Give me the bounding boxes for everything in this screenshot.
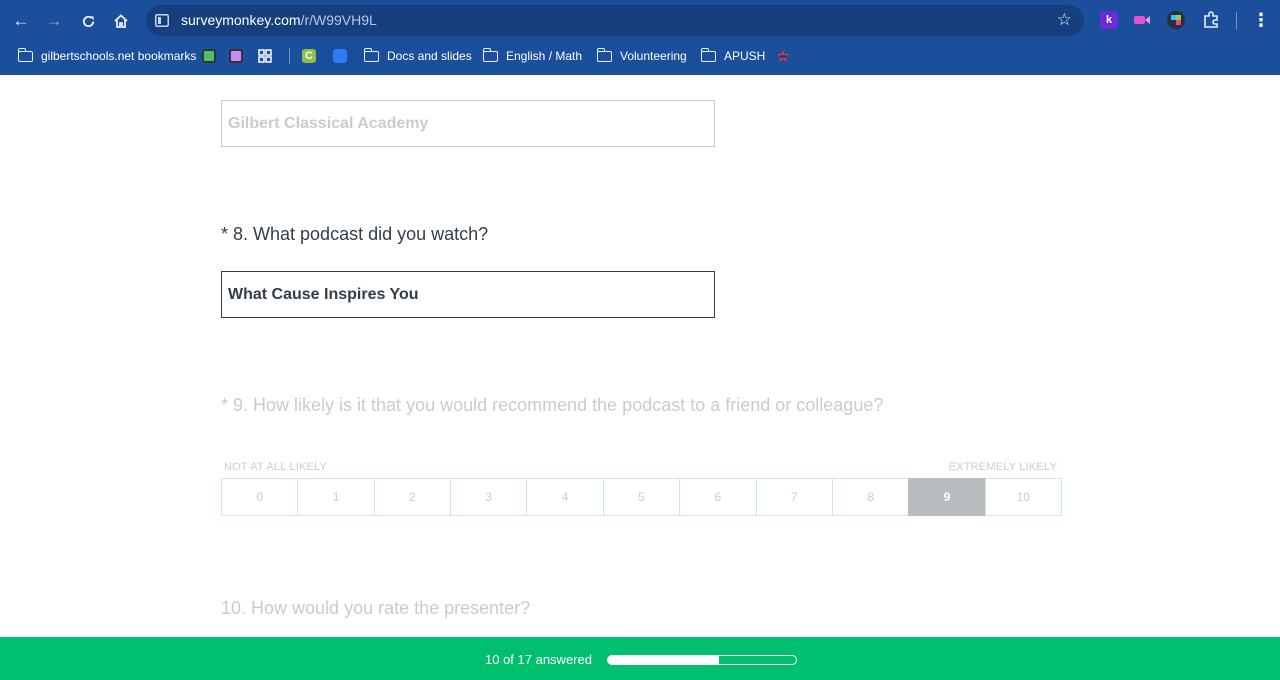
home-button[interactable] xyxy=(108,8,134,34)
back-button[interactable]: ← xyxy=(8,8,34,34)
bookmark-english-math[interactable]: English / Math xyxy=(482,46,583,66)
bookmark-canvas-c[interactable]: C xyxy=(302,46,316,66)
extensions-button[interactable] xyxy=(1202,11,1220,29)
question-10-label: 10. How would you rate the presenter? xyxy=(221,598,531,618)
recommend-scale: 0 1 2 3 4 5 6 7 8 9 10 xyxy=(221,478,1062,516)
scale-option-3[interactable]: 3 xyxy=(450,478,528,516)
bookmark-volunteering[interactable]: Volunteering xyxy=(596,46,687,66)
bookmark-managed-folder[interactable]: gilbertschools.net bookmarks xyxy=(17,46,197,66)
scale-option-8[interactable]: 8 xyxy=(831,478,910,516)
previous-answer-input[interactable] xyxy=(221,100,715,147)
bookmark-label: gilbertschools.net bookmarks xyxy=(41,49,197,63)
bookmark-docs-and-slides[interactable]: Docs and slides xyxy=(363,46,472,66)
scale-option-4[interactable]: 4 xyxy=(526,478,604,516)
scale-high-label: EXTREMELY LIKELY xyxy=(948,461,1057,473)
browser-menu-icon[interactable]: ⋮ xyxy=(1252,9,1270,33)
toolbar-divider xyxy=(1236,12,1237,30)
bookmark-blue-app[interactable] xyxy=(333,46,347,66)
progress-text: 10 of 17 answered xyxy=(485,652,592,667)
question-9-label: * 9. How likely is it that you would rec… xyxy=(221,395,884,415)
bookmark-label: Docs and slides xyxy=(387,49,472,63)
purple-square-icon xyxy=(229,49,243,63)
site-info-icon[interactable] xyxy=(155,14,169,27)
scale-option-6[interactable]: 6 xyxy=(679,478,757,516)
forward-arrow-icon: → xyxy=(45,11,63,30)
scale-option-2[interactable]: 2 xyxy=(373,478,452,516)
video-camera-icon xyxy=(1134,16,1150,24)
scale-option-9[interactable]: 9 xyxy=(908,478,986,516)
address-bar[interactable]: surveymonkey.com/r/W99VH9L ☆ xyxy=(146,5,1084,36)
star-flag-icon xyxy=(777,50,789,62)
managed-folder-icon xyxy=(17,47,33,62)
survey-content: * 8. What podcast did you watch? * 9. Ho… xyxy=(0,75,1280,637)
colorful-extension-icon[interactable] xyxy=(1167,11,1185,29)
c-logo-icon: C xyxy=(302,49,316,63)
url-host: surveymonkey.com xyxy=(181,12,301,28)
folder-icon xyxy=(482,47,498,62)
progress-bar xyxy=(607,655,797,665)
scale-option-1[interactable]: 1 xyxy=(297,478,375,516)
bookmark-purple-app[interactable] xyxy=(229,46,243,66)
question-8-input[interactable] xyxy=(221,271,715,318)
home-icon xyxy=(114,14,128,28)
reload-icon xyxy=(82,15,94,27)
bookmark-green-app[interactable] xyxy=(202,46,216,66)
bookmark-star-icon[interactable]: ☆ xyxy=(1057,10,1072,30)
scale-low-label: NOT AT ALL LIKELY xyxy=(224,461,328,473)
reload-button[interactable] xyxy=(75,8,101,34)
bookmark-apps-grid[interactable] xyxy=(258,46,272,66)
kami-extension-icon[interactable]: k xyxy=(1100,11,1118,29)
bookmarks-divider xyxy=(289,48,290,64)
bookmark-label: Volunteering xyxy=(620,49,687,63)
bookmark-label: APUSH xyxy=(724,49,766,63)
screen-recorder-extension-icon[interactable] xyxy=(1133,11,1151,29)
url-path: /r/W99VH9L xyxy=(300,12,377,28)
bookmark-apush[interactable]: APUSH xyxy=(700,46,766,66)
scale-option-5[interactable]: 5 xyxy=(602,478,681,516)
forward-button[interactable]: → xyxy=(41,8,67,34)
browser-chrome: ← → surveymonkey.com/r/W99VH9L ☆ k ⋮ gil… xyxy=(0,0,1280,75)
folder-icon xyxy=(700,47,716,62)
blue-app-icon xyxy=(333,49,347,63)
progress-footer: 10 of 17 answered xyxy=(0,637,1280,680)
back-arrow-icon: ← xyxy=(12,11,30,30)
bookmark-flag-app[interactable] xyxy=(776,46,790,66)
bookmarks-bar: gilbertschools.net bookmarks C Docs and … xyxy=(0,42,1280,70)
scale-option-7[interactable]: 7 xyxy=(755,478,833,516)
folder-icon xyxy=(596,47,612,62)
scale-option-10[interactable]: 10 xyxy=(984,478,1062,516)
tiles-icon xyxy=(1171,15,1181,25)
green-square-icon xyxy=(202,49,216,63)
puzzle-icon xyxy=(1204,11,1218,28)
browser-toolbar: ← → surveymonkey.com/r/W99VH9L ☆ k ⋮ xyxy=(0,0,1280,41)
url-text: surveymonkey.com/r/W99VH9L xyxy=(181,12,377,28)
folder-icon xyxy=(363,47,379,62)
bookmark-label: English / Math xyxy=(506,49,583,63)
question-8-label: * 8. What podcast did you watch? xyxy=(221,224,489,244)
ext-k-label: k xyxy=(1105,14,1113,26)
apps-grid-icon xyxy=(258,49,272,63)
scale-option-0[interactable]: 0 xyxy=(221,478,299,516)
progress-fill xyxy=(608,656,719,664)
